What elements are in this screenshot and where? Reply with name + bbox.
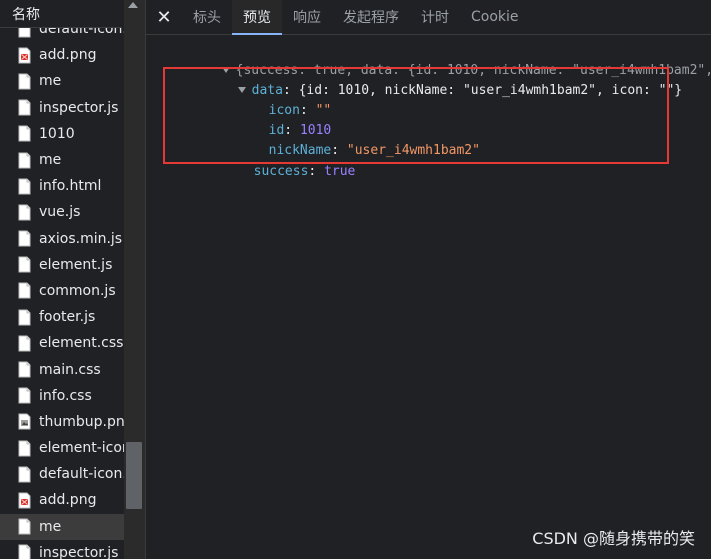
tab-3[interactable]: 发起程序 [332,0,410,34]
request-name: 1010 [39,125,75,142]
scroll-up-arrow-icon[interactable] [128,2,138,8]
request-name: inspector.js [39,544,119,559]
request-list-item[interactable]: me [0,68,124,94]
request-list-item[interactable]: inspector.js [0,95,124,121]
tab-2[interactable]: 响应 [282,0,332,34]
doc-icon [18,152,31,169]
doc-icon [18,230,31,247]
request-name: me [39,73,62,90]
request-name: element.js [39,256,113,273]
tab-1[interactable]: 预览 [232,0,282,35]
doc-icon [18,387,31,404]
request-name: info.html [39,178,102,195]
request-list-item[interactable]: default-icon. [0,461,124,487]
doc-icon [18,73,31,90]
doc-icon [18,309,31,326]
request-list-item[interactable]: vue.js [0,199,124,225]
request-name: thumbup.png [39,413,124,430]
request-name: main.css [39,361,101,378]
json-key-success: success [253,164,309,179]
request-list-item[interactable]: add.png [0,487,124,513]
request-list-item[interactable]: element.js [0,252,124,278]
json-value-success: true [324,164,356,179]
request-list-item[interactable]: inspector.js [0,540,124,559]
request-list-item[interactable]: axios.min.js [0,226,124,252]
request-name: me [39,518,62,535]
doc-icon [18,335,31,352]
doc-icon [18,440,31,457]
request-name: element.css [39,335,124,352]
request-name: element-icon [39,440,124,457]
doc-icon [18,256,31,273]
request-list-item[interactable]: me [0,147,124,173]
doc-icon [18,544,31,559]
request-name: info.css [39,387,92,404]
doc-icon [18,204,31,221]
doc-icon [18,125,31,142]
details-tabbar: ✕ 标头 预览 响应 发起程序 计时 Cookie [146,0,711,35]
request-list-item[interactable]: common.js [0,278,124,304]
highlight-box [163,67,669,164]
request-name: common.js [39,282,116,299]
close-icon[interactable]: ✕ [146,0,182,34]
watermark: CSDN @随身携带的笑 [532,529,695,548]
request-name: inspector.js [39,99,119,116]
details-panel: ✕ 标头 预览 响应 发起程序 计时 Cookie {success: true, dat… [146,0,711,559]
image-thumb-icon [18,413,31,430]
doc-icon [18,518,31,535]
doc-icon [18,282,31,299]
request-list-item[interactable]: 1010 [0,121,124,147]
request-list-item[interactable]: main.css [0,356,124,382]
tabs: 标头 预览 响应 发起程序 计时 Cookie [182,0,530,35]
image-icon [18,492,31,509]
doc-icon [18,178,31,195]
request-name: axios.min.js [39,230,123,247]
doc-icon [18,361,31,378]
request-list-items: default-icon. add.png me inspector.js 1010 me… [0,16,124,559]
request-name: footer.js [39,309,96,326]
name-column-header[interactable]: 名称 [0,0,122,28]
devtools-network-panel: default-icon. add.png me inspector.js 1010 me… [0,0,711,559]
request-list-item[interactable]: add.png [0,42,124,68]
doc-icon [18,99,31,116]
tab-5[interactable]: Cookie [460,0,530,34]
request-name: me [39,152,62,169]
request-list-item[interactable]: footer.js [0,304,124,330]
name-column-label: 名称 [12,6,40,23]
request-list-item[interactable]: thumbup.png [0,409,124,435]
request-name: default-icon. [39,466,124,483]
request-name: add.png [39,47,97,64]
tab-4[interactable]: 计时 [410,0,460,34]
request-name: add.png [39,492,97,509]
scrollbar-thumb[interactable] [126,442,142,509]
preview-pane: {success: true, data: {id: 1010, nickNam… [146,35,711,559]
request-list: default-icon. add.png me inspector.js 1010 me… [0,0,146,559]
request-list-item[interactable]: me [0,513,124,540]
request-name: vue.js [39,204,81,221]
request-list-item[interactable]: element.css [0,330,124,356]
request-list-item[interactable]: info.css [0,383,124,409]
request-list-item[interactable]: element-icon [0,435,124,461]
image-icon [18,47,31,64]
tab-0[interactable]: 标头 [182,0,232,34]
request-list-item[interactable]: info.html [0,173,124,199]
doc-icon [18,466,31,483]
